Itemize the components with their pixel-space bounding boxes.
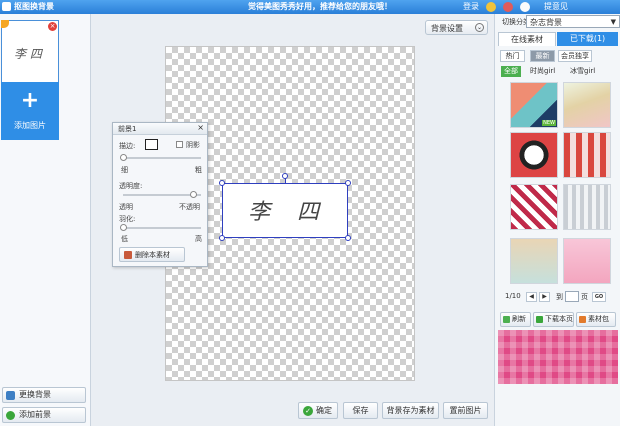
package-icon xyxy=(579,316,586,323)
login-link[interactable]: 登录 xyxy=(463,1,479,12)
resize-handle-bottom-left[interactable] xyxy=(219,235,225,241)
add-image-label: 添加图片 xyxy=(14,121,46,130)
feather-slider[interactable] xyxy=(123,227,201,229)
transparent-label: 透明 xyxy=(119,203,133,211)
user-icon[interactable] xyxy=(486,2,496,12)
refresh-label: 刷新 xyxy=(512,315,526,323)
delete-material-button[interactable]: 删除本素材 xyxy=(119,247,185,262)
background-settings-label: 背景设置 xyxy=(431,24,463,33)
resize-handle-bottom-right[interactable] xyxy=(345,235,351,241)
goto-label: 到 xyxy=(556,293,563,301)
ok-button[interactable]: ✓ 确定 xyxy=(298,402,338,419)
panel-header[interactable]: 前景1 × xyxy=(113,123,207,135)
check-icon: ✓ xyxy=(303,406,313,416)
border-width-slider[interactable] xyxy=(123,157,201,159)
replace-background-label: 更换背景 xyxy=(19,390,51,399)
save-button[interactable]: 保存 xyxy=(343,402,378,419)
thumbnail-badge xyxy=(1,20,9,28)
material-pack-button[interactable]: 素材包 xyxy=(576,312,616,327)
category-all[interactable]: 全部 xyxy=(501,66,521,77)
title-bar: 抠图换背景 觉得美图秀秀好用，推荐给您的朋友哦！ 登录 提意见 xyxy=(0,0,620,14)
border-label: 描边: xyxy=(119,142,136,150)
download-icon xyxy=(536,316,543,323)
opaque-label: 不透明 xyxy=(179,203,200,211)
trash-icon xyxy=(124,251,132,259)
set-image-button[interactable]: 置前图片 xyxy=(443,402,488,419)
new-badge: NEW xyxy=(542,120,556,126)
refresh-icon xyxy=(503,316,510,323)
border-width-knob[interactable] xyxy=(120,154,127,161)
low-label: 低 xyxy=(121,235,128,243)
weibo-icon[interactable] xyxy=(503,2,513,12)
signature-element[interactable]: 李 四 xyxy=(222,183,348,238)
page-indicator: 1/10 xyxy=(505,292,521,300)
category-value: 杂志背景 xyxy=(530,18,562,27)
app-icon xyxy=(2,2,11,11)
slogan-text: 觉得美图秀秀好用，推荐给您的朋友哦！ xyxy=(248,2,392,11)
next-page-icon[interactable]: ▶ xyxy=(539,292,550,302)
thumbnail-signature: 李 四 xyxy=(14,47,42,61)
go-button[interactable]: GO xyxy=(592,292,606,302)
panel-title: 前景1 xyxy=(118,125,137,133)
subtab-hot[interactable]: 热门 xyxy=(500,50,525,62)
chevron-down-icon: ⌄ xyxy=(475,23,484,32)
ad-banner[interactable] xyxy=(498,330,618,384)
material-thumbnail[interactable] xyxy=(563,82,611,128)
refresh-button[interactable]: 刷新 xyxy=(500,312,531,327)
subtab-latest[interactable]: 最新 xyxy=(530,50,555,62)
add-icon xyxy=(6,411,15,420)
add-foreground-button[interactable]: 添加前景 xyxy=(2,407,86,423)
download-page-button[interactable]: 下载本页 xyxy=(533,312,574,327)
material-thumbnail[interactable] xyxy=(563,184,611,230)
foreground-panel: 前景1 × 描边: 阴影 细 粗 透明度: 透明 不透明 羽化: 低 高 删除本… xyxy=(112,122,208,267)
app-title: 抠图换背景 xyxy=(14,2,54,11)
thin-label: 细 xyxy=(121,166,128,174)
tab-downloaded[interactable]: 已下载(1) xyxy=(557,32,618,46)
close-icon[interactable]: × xyxy=(48,22,57,31)
material-thumbnail[interactable] xyxy=(563,132,611,178)
material-thumbnail[interactable] xyxy=(510,184,558,230)
resize-handle-top-right[interactable] xyxy=(345,180,351,186)
shadow-label: 阴影 xyxy=(186,141,200,149)
download-page-label: 下载本页 xyxy=(545,315,573,323)
delete-material-label: 删除本素材 xyxy=(135,251,170,259)
prev-page-icon[interactable]: ◀ xyxy=(526,292,537,302)
material-thumbnail[interactable] xyxy=(563,238,611,284)
ok-label: 确定 xyxy=(316,406,332,415)
material-thumbnail[interactable] xyxy=(510,132,558,178)
material-thumbnail[interactable]: NEW xyxy=(510,82,558,128)
add-foreground-label: 添加前景 xyxy=(19,410,51,419)
resize-handle-top-left[interactable] xyxy=(219,180,225,186)
shadow-checkbox[interactable] xyxy=(176,141,183,148)
material-thumbnail[interactable] xyxy=(510,238,558,284)
feedback-link[interactable]: 提意见 xyxy=(544,1,568,12)
opacity-label: 透明度: xyxy=(119,182,143,190)
tab-online-materials[interactable]: 在线素材 xyxy=(498,32,556,46)
high-label: 高 xyxy=(195,235,202,243)
signature-text: 李 四 xyxy=(248,200,329,225)
material-pack-label: 素材包 xyxy=(588,315,609,323)
rotate-handle[interactable] xyxy=(282,173,288,179)
feather-knob[interactable] xyxy=(120,224,127,231)
category-fashion-girl[interactable]: 时尚girl xyxy=(530,66,555,77)
replace-background-button[interactable]: 更换背景 xyxy=(2,387,86,403)
category-select[interactable]: 杂志背景 ▼ xyxy=(526,15,620,28)
page-unit-label: 页 xyxy=(581,293,588,301)
close-icon[interactable]: × xyxy=(197,123,204,132)
dropdown-arrow-icon: ▼ xyxy=(610,18,616,26)
category-snow-girl[interactable]: 冰雪girl xyxy=(570,66,595,77)
thick-label: 粗 xyxy=(195,166,202,174)
qq-icon[interactable] xyxy=(520,2,530,12)
border-color-picker[interactable] xyxy=(145,139,158,150)
save-as-material-button[interactable]: 背景存为素材 xyxy=(382,402,439,419)
plus-icon: + xyxy=(20,88,40,113)
add-image-button[interactable]: + 添加图片 xyxy=(1,82,59,140)
opacity-knob[interactable] xyxy=(190,191,197,198)
background-settings-button[interactable]: 背景设置 ⌄ xyxy=(425,20,488,35)
subtab-vip[interactable]: 会员独享 xyxy=(558,50,592,62)
feather-label: 羽化: xyxy=(119,215,136,223)
picture-icon xyxy=(6,391,15,400)
page-number-input[interactable] xyxy=(565,291,579,302)
